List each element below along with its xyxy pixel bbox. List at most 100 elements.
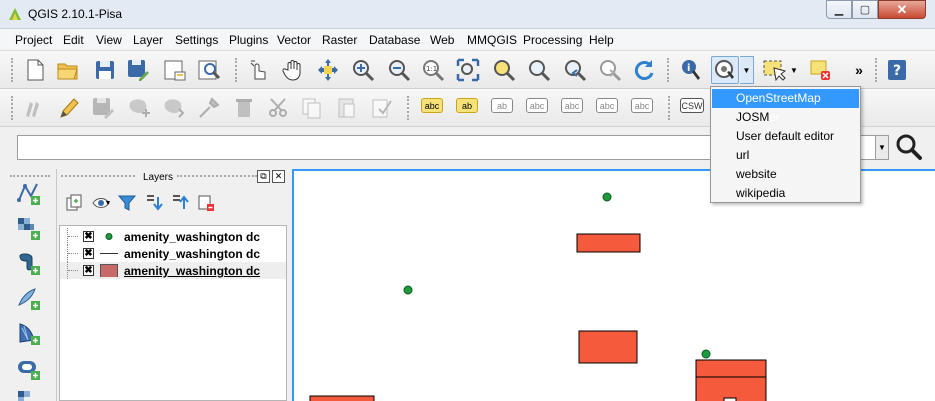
menu-web[interactable]: Web xyxy=(430,33,454,47)
current-edits-icon[interactable] xyxy=(20,94,48,122)
menu-view[interactable]: View xyxy=(96,33,122,47)
zoom-to-layer-icon[interactable] xyxy=(525,56,553,84)
touch-zoom-icon[interactable] xyxy=(245,56,273,84)
help-icon[interactable]: ? xyxy=(883,56,911,84)
expand-all-icon[interactable] xyxy=(142,191,166,215)
close-panel-button[interactable]: ✕ xyxy=(272,170,285,183)
map-polygon-feature[interactable] xyxy=(578,330,638,364)
digitizing-options-icon[interactable] xyxy=(368,94,396,122)
menu-help[interactable]: Help xyxy=(589,33,614,47)
map-polygon-feature[interactable] xyxy=(695,376,767,401)
layer-row[interactable]: ✖ amenity_washington dc xyxy=(60,262,286,279)
save-as-icon[interactable] xyxy=(124,56,152,84)
new-print-composer-icon[interactable] xyxy=(160,56,188,84)
map-point-feature[interactable] xyxy=(403,285,413,295)
menu-edit[interactable]: Edit xyxy=(63,33,84,47)
search-icon[interactable] xyxy=(895,133,923,161)
layer-visibility-checkbox[interactable]: ✖ xyxy=(83,231,94,242)
toolbar-grip[interactable] xyxy=(10,175,50,177)
add-wms-layer-icon[interactable] xyxy=(14,387,42,401)
select-features-icon[interactable] xyxy=(760,56,788,84)
menu-database[interactable]: Database xyxy=(369,33,420,47)
menu-settings[interactable]: Settings xyxy=(175,33,218,47)
add-group-icon[interactable] xyxy=(62,191,86,215)
zoom-to-selection-icon[interactable] xyxy=(490,56,518,84)
float-panel-button[interactable]: ⧉ xyxy=(257,170,270,183)
menu-item-osm-browser[interactable]: OpenStreetMap Browser xyxy=(712,89,859,124)
show-hide-labels-icon[interactable]: ab xyxy=(491,98,513,113)
node-tool-icon[interactable] xyxy=(195,94,223,122)
add-postgis-layer-icon[interactable] xyxy=(14,249,42,277)
move-feature-icon[interactable] xyxy=(160,94,188,122)
copy-features-icon[interactable] xyxy=(298,94,326,122)
maximize-button[interactable]: ▢ xyxy=(852,0,878,19)
open-project-icon[interactable] xyxy=(54,56,82,84)
osm-tool-dropdown-arrow[interactable]: ▼ xyxy=(740,56,754,84)
add-feature-icon[interactable] xyxy=(125,94,153,122)
remove-layer-icon[interactable] xyxy=(194,191,218,215)
identify-features-icon[interactable]: i xyxy=(677,56,705,84)
zoom-in-icon[interactable] xyxy=(349,56,377,84)
map-point-feature[interactable] xyxy=(602,192,612,202)
map-polygon-feature[interactable] xyxy=(576,233,641,253)
toolbar-grip[interactable] xyxy=(668,96,672,120)
zoom-actual-size-icon[interactable]: 1:1 xyxy=(419,56,447,84)
add-vector-layer-icon[interactable] xyxy=(14,179,42,207)
map-canvas[interactable] xyxy=(292,169,935,401)
visibility-dropdown-arrow[interactable]: ▼ xyxy=(103,191,113,215)
close-button[interactable]: ✕ xyxy=(878,0,926,19)
csw-metasearch-icon[interactable]: CSW xyxy=(680,98,704,113)
filter-legend-icon[interactable] xyxy=(115,191,139,215)
search-dropdown-arrow[interactable]: ▼ xyxy=(876,135,889,160)
add-mssql-layer-icon[interactable] xyxy=(14,319,42,347)
toolbar-grip[interactable] xyxy=(11,96,15,120)
menu-vector[interactable]: Vector xyxy=(277,33,311,47)
panel-grip[interactable] xyxy=(177,175,257,177)
map-polygon-feature[interactable] xyxy=(309,395,375,401)
select-dropdown-arrow[interactable]: ▼ xyxy=(787,56,801,84)
composer-manager-icon[interactable] xyxy=(195,56,223,84)
menu-project[interactable]: Project xyxy=(15,33,52,47)
menu-processing[interactable]: Processing xyxy=(523,33,582,47)
paste-features-icon[interactable] xyxy=(333,94,361,122)
layer-row[interactable]: ✖ amenity_washington dc xyxy=(60,245,286,262)
toggle-editing-icon[interactable] xyxy=(54,94,82,122)
toolbar-grip[interactable] xyxy=(875,58,879,82)
toolbar-grip[interactable] xyxy=(11,58,15,82)
refresh-icon[interactable] xyxy=(630,56,658,84)
map-point-feature[interactable] xyxy=(701,349,711,359)
new-project-icon[interactable] xyxy=(21,56,49,84)
layer-visibility-checkbox[interactable]: ✖ xyxy=(83,248,94,259)
collapse-all-icon[interactable] xyxy=(168,191,192,215)
rotate-label-icon[interactable]: abc xyxy=(561,98,583,113)
menu-mmqgis[interactable]: MMQGIS xyxy=(467,33,517,47)
change-label-icon[interactable]: abc xyxy=(596,98,618,113)
deselect-all-icon[interactable] xyxy=(806,56,834,84)
toolbar-grip[interactable] xyxy=(667,58,671,82)
menu-plugins[interactable]: Plugins xyxy=(229,33,268,47)
pan-to-selection-icon[interactable] xyxy=(314,56,342,84)
menu-layer[interactable]: Layer xyxy=(133,33,163,47)
zoom-last-icon[interactable] xyxy=(561,56,589,84)
menu-item-josm[interactable]: JOSM xyxy=(712,108,859,127)
add-spatialite-layer-icon[interactable] xyxy=(14,284,42,312)
menu-item-website[interactable]: website xyxy=(712,165,859,184)
label-properties-icon[interactable]: abc xyxy=(631,98,653,113)
layer-labeling-icon[interactable]: abc xyxy=(421,98,443,113)
toolbar-grip[interactable] xyxy=(407,96,411,120)
move-label-icon[interactable]: abc xyxy=(526,98,548,113)
pan-map-icon[interactable] xyxy=(280,56,308,84)
layer-row[interactable]: ✖ amenity_washington dc xyxy=(60,228,286,245)
cut-features-icon[interactable] xyxy=(265,94,293,122)
minimize-button[interactable]: ▁ xyxy=(826,0,852,19)
map-polygon-feature[interactable] xyxy=(695,359,767,379)
add-oracle-layer-icon[interactable] xyxy=(14,354,42,382)
toolbar-grip[interactable] xyxy=(235,58,239,82)
save-layer-edits-icon[interactable] xyxy=(89,94,117,122)
zoom-out-icon[interactable] xyxy=(385,56,413,84)
menu-raster[interactable]: Raster xyxy=(322,33,357,47)
osm-info-tool-icon[interactable] xyxy=(711,56,739,84)
delete-selected-icon[interactable] xyxy=(230,94,258,122)
menu-item-wikipedia[interactable]: wikipedia xyxy=(712,184,859,203)
save-project-icon[interactable] xyxy=(91,56,119,84)
